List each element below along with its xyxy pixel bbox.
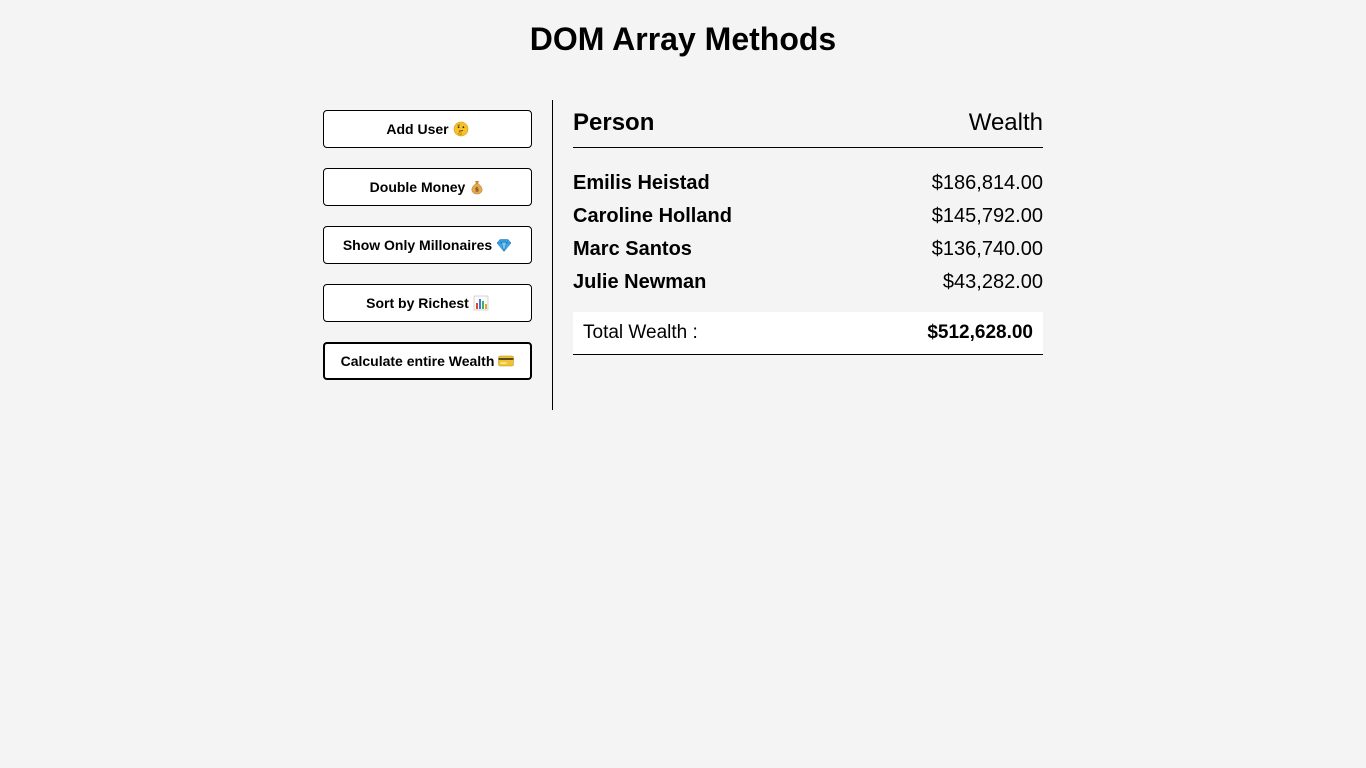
person-name: Julie Newman: [573, 271, 707, 293]
person-row: Julie Newman $43,282.00: [573, 266, 1043, 299]
page-title: DOM Array Methods: [529, 21, 837, 57]
gem-icon: [496, 237, 512, 253]
add-user-button[interactable]: Add User: [323, 110, 532, 148]
action-sidebar: Add User Double Money $ Show Only Millon…: [323, 110, 532, 400]
bar-chart-icon: [473, 295, 489, 311]
total-wealth-row: Total Wealth : $512,628.00: [573, 312, 1043, 355]
person-column-header: Person: [573, 109, 655, 136]
calculate-wealth-button[interactable]: Calculate entire Wealth: [323, 342, 532, 380]
show-millionaires-label: Show Only Millonaires: [342, 237, 493, 253]
person-row: Marc Santos $136,740.00: [573, 233, 1043, 266]
wealth-table: Person Wealth Emilis Heistad $186,814.00…: [573, 100, 1043, 355]
person-wealth: $145,792.00: [931, 205, 1043, 227]
calculate-wealth-label: Calculate entire Wealth: [340, 353, 495, 369]
sort-by-richest-label: Sort by Richest: [366, 295, 469, 311]
sort-by-richest-button[interactable]: Sort by Richest: [323, 284, 532, 322]
money-bag-icon: $: [469, 179, 485, 195]
double-money-label: Double Money: [369, 179, 466, 195]
wealth-column-header: Wealth: [968, 109, 1043, 136]
total-wealth-value: $512,628.00: [927, 322, 1033, 343]
double-money-button[interactable]: Double Money $: [323, 168, 532, 206]
person-name: Caroline Holland: [573, 205, 732, 227]
person-name: Marc Santos: [573, 238, 692, 260]
person-list: Emilis Heistad $186,814.00 Caroline Holl…: [573, 167, 1043, 299]
thinking-face-icon: [453, 121, 469, 137]
table-header: Person Wealth: [573, 100, 1043, 148]
credit-card-icon: [498, 353, 515, 369]
vertical-divider: [552, 100, 553, 410]
person-name: Emilis Heistad: [573, 172, 710, 194]
total-wealth-label: Total Wealth :: [583, 322, 698, 343]
person-wealth: $186,814.00: [931, 172, 1043, 194]
person-row: Caroline Holland $145,792.00: [573, 200, 1043, 233]
person-wealth: $43,282.00: [942, 271, 1043, 293]
add-user-label: Add User: [386, 121, 449, 137]
person-row: Emilis Heistad $186,814.00: [573, 167, 1043, 200]
show-millionaires-button[interactable]: Show Only Millonaires: [323, 226, 532, 264]
svg-text:$: $: [475, 187, 479, 194]
person-wealth: $136,740.00: [931, 238, 1043, 260]
